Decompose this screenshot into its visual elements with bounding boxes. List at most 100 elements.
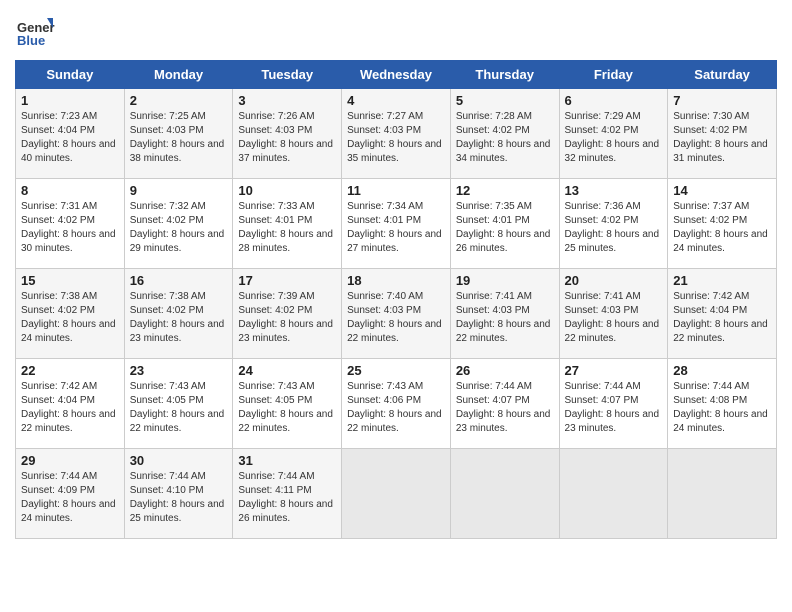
day-info: Sunrise: 7:25 AM Sunset: 4:03 PM Dayligh… xyxy=(130,111,225,164)
calendar-cell: 25 Sunrise: 7:43 AM Sunset: 4:06 PM Dayl… xyxy=(342,359,451,449)
day-number: 10 xyxy=(238,183,336,198)
calendar-cell: 20 Sunrise: 7:41 AM Sunset: 4:03 PM Dayl… xyxy=(559,269,668,359)
day-number: 16 xyxy=(130,273,228,288)
day-info: Sunrise: 7:31 AM Sunset: 4:02 PM Dayligh… xyxy=(21,201,116,254)
day-info: Sunrise: 7:37 AM Sunset: 4:02 PM Dayligh… xyxy=(673,201,768,254)
day-info: Sunrise: 7:38 AM Sunset: 4:02 PM Dayligh… xyxy=(130,291,225,344)
calendar-cell: 13 Sunrise: 7:36 AM Sunset: 4:02 PM Dayl… xyxy=(559,179,668,269)
day-number: 28 xyxy=(673,363,771,378)
day-number: 30 xyxy=(130,453,228,468)
calendar-cell xyxy=(342,449,451,539)
weekday-header-tuesday: Tuesday xyxy=(233,61,342,89)
day-number: 5 xyxy=(456,93,554,108)
day-number: 7 xyxy=(673,93,771,108)
calendar-cell: 26 Sunrise: 7:44 AM Sunset: 4:07 PM Dayl… xyxy=(450,359,559,449)
day-info: Sunrise: 7:23 AM Sunset: 4:04 PM Dayligh… xyxy=(21,111,116,164)
calendar-cell: 12 Sunrise: 7:35 AM Sunset: 4:01 PM Dayl… xyxy=(450,179,559,269)
day-number: 4 xyxy=(347,93,445,108)
day-info: Sunrise: 7:39 AM Sunset: 4:02 PM Dayligh… xyxy=(238,291,333,344)
day-info: Sunrise: 7:41 AM Sunset: 4:03 PM Dayligh… xyxy=(565,291,660,344)
day-info: Sunrise: 7:36 AM Sunset: 4:02 PM Dayligh… xyxy=(565,201,660,254)
day-number: 17 xyxy=(238,273,336,288)
calendar-cell: 28 Sunrise: 7:44 AM Sunset: 4:08 PM Dayl… xyxy=(668,359,777,449)
calendar-cell: 10 Sunrise: 7:33 AM Sunset: 4:01 PM Dayl… xyxy=(233,179,342,269)
calendar-cell: 21 Sunrise: 7:42 AM Sunset: 4:04 PM Dayl… xyxy=(668,269,777,359)
day-info: Sunrise: 7:44 AM Sunset: 4:07 PM Dayligh… xyxy=(456,381,551,434)
day-number: 19 xyxy=(456,273,554,288)
weekday-header-friday: Friday xyxy=(559,61,668,89)
day-number: 8 xyxy=(21,183,119,198)
calendar-cell xyxy=(559,449,668,539)
day-info: Sunrise: 7:26 AM Sunset: 4:03 PM Dayligh… xyxy=(238,111,333,164)
day-info: Sunrise: 7:42 AM Sunset: 4:04 PM Dayligh… xyxy=(673,291,768,344)
calendar-cell: 6 Sunrise: 7:29 AM Sunset: 4:02 PM Dayli… xyxy=(559,89,668,179)
day-info: Sunrise: 7:28 AM Sunset: 4:02 PM Dayligh… xyxy=(456,111,551,164)
calendar-cell: 5 Sunrise: 7:28 AM Sunset: 4:02 PM Dayli… xyxy=(450,89,559,179)
day-info: Sunrise: 7:40 AM Sunset: 4:03 PM Dayligh… xyxy=(347,291,442,344)
calendar-cell: 23 Sunrise: 7:43 AM Sunset: 4:05 PM Dayl… xyxy=(124,359,233,449)
day-info: Sunrise: 7:42 AM Sunset: 4:04 PM Dayligh… xyxy=(21,381,116,434)
day-number: 21 xyxy=(673,273,771,288)
calendar-cell: 2 Sunrise: 7:25 AM Sunset: 4:03 PM Dayli… xyxy=(124,89,233,179)
day-info: Sunrise: 7:35 AM Sunset: 4:01 PM Dayligh… xyxy=(456,201,551,254)
day-number: 22 xyxy=(21,363,119,378)
calendar-cell xyxy=(668,449,777,539)
header: General Blue xyxy=(15,10,777,50)
calendar-cell: 19 Sunrise: 7:41 AM Sunset: 4:03 PM Dayl… xyxy=(450,269,559,359)
calendar-week-2: 8 Sunrise: 7:31 AM Sunset: 4:02 PM Dayli… xyxy=(16,179,777,269)
calendar-cell: 29 Sunrise: 7:44 AM Sunset: 4:09 PM Dayl… xyxy=(16,449,125,539)
day-info: Sunrise: 7:44 AM Sunset: 4:07 PM Dayligh… xyxy=(565,381,660,434)
calendar-cell: 3 Sunrise: 7:26 AM Sunset: 4:03 PM Dayli… xyxy=(233,89,342,179)
day-info: Sunrise: 7:30 AM Sunset: 4:02 PM Dayligh… xyxy=(673,111,768,164)
day-number: 6 xyxy=(565,93,663,108)
day-info: Sunrise: 7:44 AM Sunset: 4:10 PM Dayligh… xyxy=(130,471,225,524)
calendar-table: SundayMondayTuesdayWednesdayThursdayFrid… xyxy=(15,60,777,539)
calendar-cell: 14 Sunrise: 7:37 AM Sunset: 4:02 PM Dayl… xyxy=(668,179,777,269)
day-info: Sunrise: 7:29 AM Sunset: 4:02 PM Dayligh… xyxy=(565,111,660,164)
calendar-cell: 16 Sunrise: 7:38 AM Sunset: 4:02 PM Dayl… xyxy=(124,269,233,359)
day-number: 2 xyxy=(130,93,228,108)
day-info: Sunrise: 7:38 AM Sunset: 4:02 PM Dayligh… xyxy=(21,291,116,344)
calendar-cell: 7 Sunrise: 7:30 AM Sunset: 4:02 PM Dayli… xyxy=(668,89,777,179)
day-number: 18 xyxy=(347,273,445,288)
day-info: Sunrise: 7:34 AM Sunset: 4:01 PM Dayligh… xyxy=(347,201,442,254)
day-info: Sunrise: 7:33 AM Sunset: 4:01 PM Dayligh… xyxy=(238,201,333,254)
calendar-cell: 31 Sunrise: 7:44 AM Sunset: 4:11 PM Dayl… xyxy=(233,449,342,539)
day-info: Sunrise: 7:41 AM Sunset: 4:03 PM Dayligh… xyxy=(456,291,551,344)
calendar-cell: 17 Sunrise: 7:39 AM Sunset: 4:02 PM Dayl… xyxy=(233,269,342,359)
calendar-cell: 24 Sunrise: 7:43 AM Sunset: 4:05 PM Dayl… xyxy=(233,359,342,449)
calendar-week-1: 1 Sunrise: 7:23 AM Sunset: 4:04 PM Dayli… xyxy=(16,89,777,179)
day-number: 27 xyxy=(565,363,663,378)
day-info: Sunrise: 7:32 AM Sunset: 4:02 PM Dayligh… xyxy=(130,201,225,254)
calendar-cell: 22 Sunrise: 7:42 AM Sunset: 4:04 PM Dayl… xyxy=(16,359,125,449)
day-number: 25 xyxy=(347,363,445,378)
calendar-cell: 8 Sunrise: 7:31 AM Sunset: 4:02 PM Dayli… xyxy=(16,179,125,269)
day-number: 11 xyxy=(347,183,445,198)
day-number: 29 xyxy=(21,453,119,468)
day-number: 23 xyxy=(130,363,228,378)
logo: General Blue xyxy=(15,10,59,50)
weekday-header-wednesday: Wednesday xyxy=(342,61,451,89)
calendar-cell: 9 Sunrise: 7:32 AM Sunset: 4:02 PM Dayli… xyxy=(124,179,233,269)
calendar-cell: 18 Sunrise: 7:40 AM Sunset: 4:03 PM Dayl… xyxy=(342,269,451,359)
day-number: 3 xyxy=(238,93,336,108)
day-number: 31 xyxy=(238,453,336,468)
calendar-cell: 4 Sunrise: 7:27 AM Sunset: 4:03 PM Dayli… xyxy=(342,89,451,179)
day-info: Sunrise: 7:43 AM Sunset: 4:06 PM Dayligh… xyxy=(347,381,442,434)
day-number: 9 xyxy=(130,183,228,198)
calendar-cell xyxy=(450,449,559,539)
day-info: Sunrise: 7:44 AM Sunset: 4:11 PM Dayligh… xyxy=(238,471,333,524)
weekday-header-monday: Monday xyxy=(124,61,233,89)
day-number: 1 xyxy=(21,93,119,108)
calendar-week-3: 15 Sunrise: 7:38 AM Sunset: 4:02 PM Dayl… xyxy=(16,269,777,359)
day-info: Sunrise: 7:43 AM Sunset: 4:05 PM Dayligh… xyxy=(238,381,333,434)
calendar-cell: 27 Sunrise: 7:44 AM Sunset: 4:07 PM Dayl… xyxy=(559,359,668,449)
weekday-header-saturday: Saturday xyxy=(668,61,777,89)
day-number: 14 xyxy=(673,183,771,198)
weekday-header-thursday: Thursday xyxy=(450,61,559,89)
calendar-cell: 15 Sunrise: 7:38 AM Sunset: 4:02 PM Dayl… xyxy=(16,269,125,359)
calendar-cell: 30 Sunrise: 7:44 AM Sunset: 4:10 PM Dayl… xyxy=(124,449,233,539)
weekday-header-sunday: Sunday xyxy=(16,61,125,89)
calendar-week-5: 29 Sunrise: 7:44 AM Sunset: 4:09 PM Dayl… xyxy=(16,449,777,539)
calendar-cell: 11 Sunrise: 7:34 AM Sunset: 4:01 PM Dayl… xyxy=(342,179,451,269)
